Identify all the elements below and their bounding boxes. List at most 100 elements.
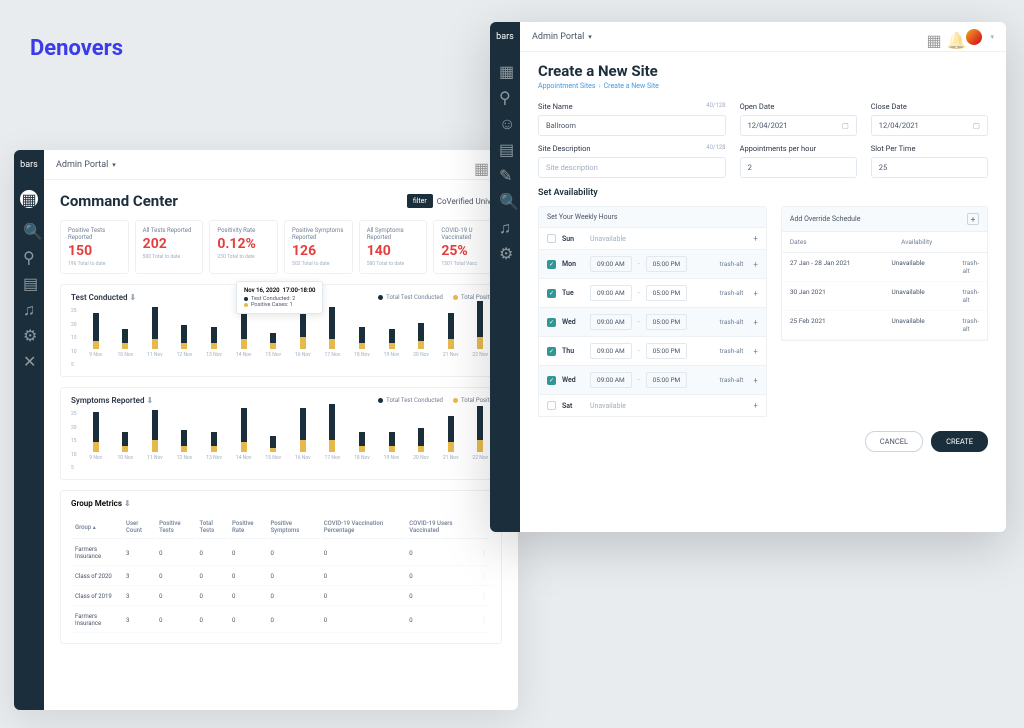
site-name-input[interactable]: Ballroom bbox=[538, 115, 726, 136]
chart-bar[interactable]: 22 Nov bbox=[470, 301, 491, 358]
chart-bar[interactable]: 21 Nov bbox=[440, 313, 461, 358]
sidebar-gear-icon[interactable]: ⚙ bbox=[23, 326, 35, 338]
chart-bar[interactable]: 13 Nov bbox=[203, 327, 224, 358]
chart-bar[interactable]: 9 Nov bbox=[85, 412, 106, 461]
open-date-input[interactable]: 12/04/2021▢ bbox=[740, 115, 857, 136]
chart-bar[interactable]: 9 Nov bbox=[85, 313, 106, 358]
chart-bar[interactable]: 10 Nov bbox=[115, 432, 136, 461]
sidebar-pencil-icon[interactable]: ✎ bbox=[499, 166, 511, 178]
download-icon[interactable]: ⬇ bbox=[130, 293, 137, 302]
day-checkbox[interactable] bbox=[547, 234, 556, 243]
chart-bar[interactable]: 11 Nov bbox=[144, 307, 165, 358]
chart-bar[interactable]: 18 Nov bbox=[351, 327, 372, 358]
add-slot-button[interactable]: + bbox=[753, 401, 758, 410]
add-override-button[interactable]: + bbox=[967, 213, 979, 225]
add-slot-button[interactable]: + bbox=[753, 376, 758, 385]
chart-bar[interactable]: 14 Nov bbox=[233, 309, 254, 358]
download-icon[interactable]: ⬇ bbox=[124, 499, 131, 508]
time-to-input[interactable]: 05:00 PM bbox=[646, 343, 688, 359]
add-slot-button[interactable]: + bbox=[753, 318, 758, 327]
cancel-button[interactable]: CANCEL bbox=[865, 431, 923, 452]
time-to-input[interactable]: 05:00 PM bbox=[646, 256, 688, 272]
chart-bar[interactable]: 13 Nov bbox=[203, 432, 224, 461]
breadcrumb-parent[interactable]: Appointment Sites bbox=[538, 82, 596, 90]
delete-override-button[interactable]: trash-alt bbox=[963, 317, 979, 333]
chart-bar[interactable]: 19 Nov bbox=[381, 329, 402, 358]
sidebar-doc-icon[interactable]: ▤ bbox=[23, 274, 35, 286]
sidebar-dashboard-icon[interactable]: ▦ bbox=[499, 62, 511, 74]
time-to-input[interactable]: 05:00 PM bbox=[646, 372, 688, 388]
bell-icon[interactable]: 🔔 bbox=[946, 31, 958, 43]
chart-bar[interactable]: 17 Nov bbox=[322, 404, 343, 461]
grid-icon[interactable]: ▦ bbox=[474, 159, 486, 171]
filter-button[interactable]: filter bbox=[407, 194, 433, 208]
chart-bar[interactable]: 10 Nov bbox=[115, 329, 136, 358]
create-button[interactable]: CREATE bbox=[931, 431, 988, 452]
close-date-input[interactable]: 12/04/2021▢ bbox=[871, 115, 988, 136]
chart-bar[interactable]: 18 Nov bbox=[351, 432, 372, 461]
table-cell[interactable]: ⋮ bbox=[479, 541, 489, 566]
day-checkbox[interactable]: ✓ bbox=[547, 289, 556, 298]
sidebar-search-icon[interactable]: 🔍 bbox=[499, 192, 511, 204]
avatar[interactable] bbox=[966, 29, 982, 45]
sidebar-search-icon[interactable]: 🔍 bbox=[23, 222, 35, 234]
chart-bar[interactable]: 19 Nov bbox=[381, 432, 402, 461]
table-header[interactable]: Group ▴ bbox=[73, 516, 122, 539]
delete-override-button[interactable]: trash-alt bbox=[963, 259, 979, 275]
time-to-input[interactable]: 05:00 PM bbox=[646, 314, 688, 330]
chart-bar[interactable]: 14 Nov bbox=[233, 408, 254, 461]
table-cell[interactable]: ⋮ bbox=[479, 588, 489, 606]
sidebar-gear-icon[interactable]: ⚙ bbox=[499, 244, 511, 256]
sidebar-users-icon[interactable]: ⚲ bbox=[23, 248, 35, 260]
add-slot-button[interactable]: + bbox=[753, 260, 758, 269]
site-desc-input[interactable]: Site description bbox=[538, 157, 726, 178]
delete-slot-button[interactable]: trash-alt bbox=[720, 318, 744, 326]
day-checkbox[interactable] bbox=[547, 401, 556, 410]
sidebar-bell-icon[interactable]: ♫ bbox=[23, 300, 35, 312]
chart-bar[interactable]: 15 Nov bbox=[262, 436, 283, 461]
time-from-input[interactable]: 09:00 AM bbox=[590, 343, 632, 359]
sidebar-bell-icon[interactable]: ♫ bbox=[499, 218, 511, 230]
chart-bar[interactable]: 12 Nov bbox=[174, 325, 195, 358]
delete-slot-button[interactable]: trash-alt bbox=[720, 289, 744, 297]
sidebar-user-icon[interactable]: ☺ bbox=[499, 114, 511, 126]
download-icon[interactable]: ⬇ bbox=[146, 396, 153, 405]
day-checkbox[interactable]: ✓ bbox=[547, 347, 556, 356]
slot-time-input[interactable]: 25 bbox=[871, 157, 988, 178]
grid-icon[interactable]: ▦ bbox=[926, 31, 938, 43]
time-from-input[interactable]: 09:00 AM bbox=[590, 256, 632, 272]
appt-hour-input[interactable]: 2 bbox=[740, 157, 857, 178]
portal-dropdown[interactable]: Admin Portal▾ bbox=[520, 32, 592, 42]
delete-override-button[interactable]: trash-alt bbox=[963, 288, 979, 304]
chart-bar[interactable]: 21 Nov bbox=[440, 416, 461, 461]
day-checkbox[interactable]: ✓ bbox=[547, 376, 556, 385]
time-from-input[interactable]: 09:00 AM bbox=[590, 314, 632, 330]
add-slot-button[interactable]: + bbox=[753, 234, 758, 243]
chart-bar[interactable]: 11 Nov bbox=[144, 410, 165, 461]
delete-slot-button[interactable]: trash-alt bbox=[720, 376, 744, 384]
day-checkbox[interactable]: ✓ bbox=[547, 260, 556, 269]
time-from-input[interactable]: 09:00 AM bbox=[590, 372, 632, 388]
chart-bar[interactable]: 16 Nov bbox=[292, 408, 313, 461]
delete-slot-button[interactable]: trash-alt bbox=[720, 260, 744, 268]
chart-bar[interactable]: 17 Nov bbox=[322, 307, 343, 358]
chart-bar[interactable]: 12 Nov bbox=[174, 430, 195, 461]
time-from-input[interactable]: 09:00 AM bbox=[590, 285, 632, 301]
chart-bar[interactable]: 20 Nov bbox=[410, 323, 431, 358]
day-checkbox[interactable]: ✓ bbox=[547, 318, 556, 327]
sidebar-doc-icon[interactable]: ▤ bbox=[499, 140, 511, 152]
table-cell[interactable]: ⋮ bbox=[479, 568, 489, 586]
chart-bar[interactable]: 20 Nov bbox=[410, 428, 431, 461]
chevron-down-icon[interactable]: ▾ bbox=[990, 33, 994, 41]
chart-bar[interactable]: 22 Nov bbox=[470, 406, 491, 461]
add-slot-button[interactable]: + bbox=[753, 289, 758, 298]
chart-bar[interactable]: 15 Nov bbox=[262, 333, 283, 358]
add-slot-button[interactable]: + bbox=[753, 347, 758, 356]
sidebar-tools-icon[interactable]: ✕ bbox=[23, 352, 35, 364]
delete-slot-button[interactable]: trash-alt bbox=[720, 347, 744, 355]
sidebar-users-icon[interactable]: ⚲ bbox=[499, 88, 511, 100]
time-to-input[interactable]: 05:00 PM bbox=[646, 285, 688, 301]
portal-dropdown[interactable]: Admin Portal▾ bbox=[44, 160, 116, 170]
table-cell[interactable]: ⋮ bbox=[479, 608, 489, 633]
sidebar-dashboard-icon[interactable]: ▦ bbox=[20, 190, 38, 208]
